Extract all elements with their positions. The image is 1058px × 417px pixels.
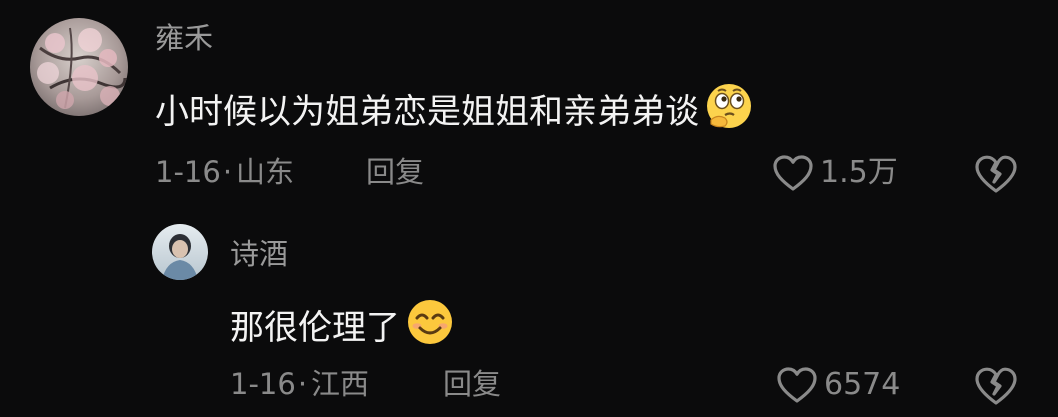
broken-heart-icon [975, 367, 1017, 405]
comment-username[interactable]: 诗酒 [230, 236, 288, 272]
broken-heart-icon [975, 155, 1017, 193]
like-count: 6574 [824, 367, 901, 402]
heart-outline-icon [777, 367, 817, 403]
comment-body: 小时候以为姐弟恋是姐姐和亲弟弟谈 [155, 91, 699, 132]
reply-button[interactable]: 回复 [443, 366, 501, 402]
meta-separator: · [222, 155, 233, 189]
comment-meta: 1-16 · 江西 [230, 366, 369, 402]
comment-date: 1-16 [155, 155, 221, 189]
comment-text: 那很伦理了 [230, 296, 456, 359]
thinking-face-emoji [703, 80, 755, 143]
avatar[interactable] [152, 224, 208, 280]
comment-location: 山东 [236, 155, 295, 189]
smiling-face-emoji [404, 296, 456, 359]
comment-username[interactable]: 雍禾 [155, 20, 213, 56]
heart-outline-icon [773, 155, 813, 191]
dislike-button[interactable] [974, 154, 1018, 198]
like-count: 1.5万 [820, 155, 898, 190]
avatar[interactable] [30, 18, 128, 116]
comment-date: 1-16 [230, 367, 296, 401]
like-button[interactable]: 1.5万 [772, 154, 898, 192]
reply-button[interactable]: 回复 [366, 154, 424, 190]
comment-location: 江西 [311, 367, 370, 401]
meta-separator: · [297, 367, 308, 401]
comment-meta: 1-16 · 山东 [155, 154, 294, 190]
comment-text: 小时候以为姐弟恋是姐姐和亲弟弟谈 [155, 80, 755, 143]
comment-body: 那很伦理了 [230, 307, 400, 348]
dislike-button[interactable] [974, 366, 1018, 410]
like-button[interactable]: 6574 [776, 366, 900, 404]
